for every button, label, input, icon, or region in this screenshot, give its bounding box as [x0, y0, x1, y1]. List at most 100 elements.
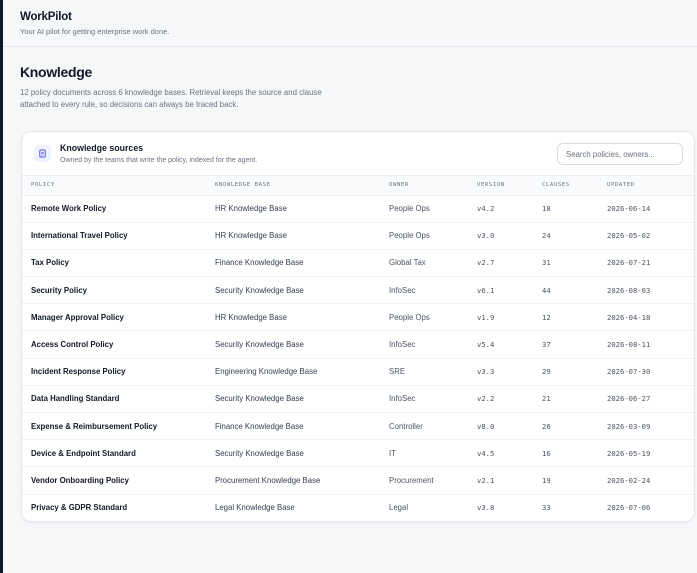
- table-row[interactable]: Incident Response Policy Engineering Kno…: [22, 358, 694, 386]
- policy-name: Incident Response Policy: [31, 367, 126, 377]
- policy-name: International Travel Policy: [31, 231, 128, 241]
- policy-name: Vendor Onboarding Policy: [31, 475, 129, 485]
- knowledge-base: Security Knowledge Base: [215, 394, 304, 404]
- table-row[interactable]: Expense & Reimbursement Policy Finance K…: [22, 413, 694, 440]
- updated: 2026-06-14: [607, 204, 651, 214]
- page-title: Knowledge: [20, 64, 92, 80]
- knowledge-base: Procurement Knowledge Base: [215, 475, 321, 485]
- table-row[interactable]: Privacy & GDPR Standard Legal Knowledge …: [22, 494, 694, 521]
- table-row[interactable]: Security Policy Security Knowledge Base …: [22, 277, 694, 304]
- knowledge-base: HR Knowledge Base: [215, 204, 287, 214]
- clauses: 44: [542, 285, 551, 295]
- table-row[interactable]: Device & Endpoint Standard Security Know…: [22, 440, 694, 467]
- table-row[interactable]: Tax Policy Finance Knowledge Base Global…: [22, 249, 694, 277]
- owner: People Ops: [389, 204, 430, 214]
- table-row[interactable]: Remote Work Policy HR Knowledge Base Peo…: [22, 195, 694, 223]
- version: v2.2: [477, 394, 495, 404]
- table-row[interactable]: Access Control Policy Security Knowledge…: [22, 331, 694, 359]
- version: v4.5: [477, 448, 495, 458]
- version: v3.3: [477, 367, 495, 377]
- app-frame: WorkPilot Your AI pilot for getting ente…: [0, 0, 697, 573]
- version: v2.1: [477, 475, 495, 485]
- knowledge-base: Engineering Knowledge Base: [215, 367, 318, 377]
- knowledge-base: Finance Knowledge Base: [215, 421, 304, 431]
- clauses: 12: [542, 312, 551, 322]
- owner: InfoSec: [389, 285, 416, 295]
- clauses: 21: [542, 394, 551, 404]
- knowledge-base: HR Knowledge Base: [215, 231, 287, 241]
- search-input[interactable]: [557, 143, 683, 165]
- knowledge-base: Security Knowledge Base: [215, 285, 304, 295]
- owner: InfoSec: [389, 340, 416, 350]
- policy-name: Manager Approval Policy: [31, 312, 124, 322]
- top-bar: WorkPilot Your AI pilot for getting ente…: [3, 0, 697, 47]
- table-row[interactable]: Data Handling Standard Security Knowledg…: [22, 385, 694, 413]
- clauses: 33: [542, 503, 551, 513]
- knowledge-base: Security Knowledge Base: [215, 448, 304, 458]
- policy-name: Access Control Policy: [31, 340, 114, 350]
- page-description: 12 policy documents across 6 knowledge b…: [20, 88, 322, 109]
- card-subtitle: Owned by the teams that write the policy…: [60, 157, 258, 164]
- version: v6.1: [477, 285, 495, 295]
- version: v1.9: [477, 312, 495, 322]
- owner: IT: [389, 448, 396, 458]
- updated: 2026-07-30: [607, 367, 651, 377]
- policy-name: Privacy & GDPR Standard: [31, 503, 128, 513]
- knowledge-base: Security Knowledge Base: [215, 340, 304, 350]
- card-title: Knowledge sources: [60, 143, 144, 153]
- updated: 2026-05-02: [607, 231, 651, 241]
- updated: 2026-03-09: [607, 421, 651, 431]
- app-tagline: Your AI pilot for getting enterprise wor…: [20, 27, 170, 36]
- owner: Controller: [389, 421, 423, 431]
- clauses: 19: [542, 475, 551, 485]
- table-row[interactable]: Manager Approval Policy HR Knowledge Bas…: [22, 304, 694, 331]
- clauses: 24: [542, 231, 551, 241]
- clauses: 16: [542, 448, 551, 458]
- owner: People Ops: [389, 312, 430, 322]
- owner: Procurement: [389, 475, 434, 485]
- policy-name: Data Handling Standard: [31, 394, 120, 404]
- version: v2.7: [477, 258, 495, 268]
- table-row[interactable]: Vendor Onboarding Policy Procurement Kno…: [22, 467, 694, 495]
- card-header: Knowledge sources Owned by the teams tha…: [22, 132, 694, 176]
- policy-name: Security Policy: [31, 285, 87, 295]
- table-row[interactable]: International Travel Policy HR Knowledge…: [22, 222, 694, 250]
- version: v3.0: [477, 231, 495, 241]
- table-header-row: Policy Knowledge Base Owner Version Clau…: [22, 176, 694, 196]
- owner: Legal: [389, 503, 409, 513]
- knowledge-base: HR Knowledge Base: [215, 312, 287, 322]
- policies-table: Policy Knowledge Base Owner Version Clau…: [22, 176, 694, 521]
- column-header-updated[interactable]: Updated: [607, 176, 694, 196]
- main-content: Knowledge 12 policy documents across 6 k…: [3, 47, 697, 111]
- column-header-policy[interactable]: Policy: [22, 176, 215, 196]
- updated: 2026-02-24: [607, 475, 651, 485]
- owner: SRE: [389, 367, 406, 377]
- owner: InfoSec: [389, 394, 416, 404]
- version: v8.0: [477, 421, 495, 431]
- owner: People Ops: [389, 231, 430, 241]
- updated: 2026-07-06: [607, 503, 651, 513]
- clauses: 37: [542, 340, 551, 350]
- document-icon: [34, 145, 51, 162]
- knowledge-base: Legal Knowledge Base: [215, 503, 295, 513]
- updated: 2026-08-11: [607, 340, 651, 350]
- column-header-knowledge-base[interactable]: Knowledge Base: [215, 176, 389, 196]
- policy-name: Device & Endpoint Standard: [31, 448, 136, 458]
- clauses: 26: [542, 421, 551, 431]
- app-name: WorkPilot: [20, 11, 72, 23]
- updated: 2026-08-03: [607, 285, 651, 295]
- column-header-version[interactable]: Version: [477, 176, 542, 196]
- version: v4.2: [477, 204, 495, 214]
- knowledge-sources-card: Knowledge sources Owned by the teams tha…: [21, 131, 695, 522]
- version: v3.8: [477, 503, 495, 513]
- policy-name: Remote Work Policy: [31, 204, 107, 214]
- clauses: 31: [542, 258, 551, 268]
- clauses: 18: [542, 204, 551, 214]
- owner: Global Tax: [389, 258, 426, 268]
- column-header-owner[interactable]: Owner: [389, 176, 477, 196]
- clauses: 29: [542, 367, 551, 377]
- version: v5.4: [477, 340, 495, 350]
- policy-name: Expense & Reimbursement Policy: [31, 421, 158, 431]
- column-header-clauses[interactable]: Clauses: [542, 176, 607, 196]
- policy-name: Tax Policy: [31, 258, 69, 268]
